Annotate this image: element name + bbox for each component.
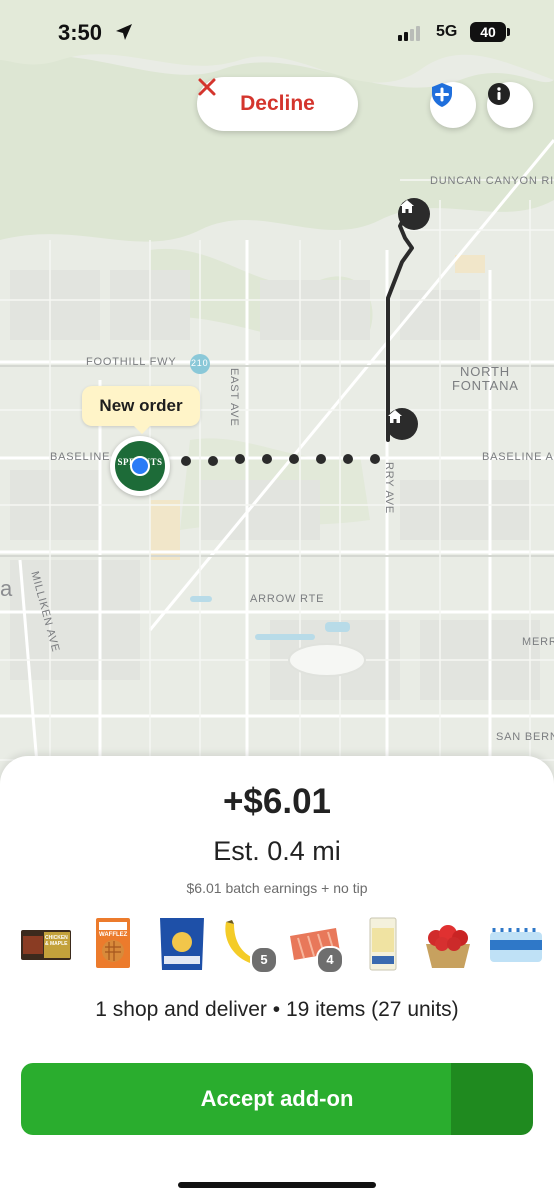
safety-button[interactable] [430, 82, 476, 128]
status-bar: 3:50 5G 40 [0, 0, 554, 66]
cheese-pack-icon [369, 917, 397, 971]
item-cheese-pack[interactable] [354, 914, 414, 980]
map-label-fontana: FONTANA [452, 378, 519, 393]
map-label-duncan-canyon: DUNCAN CANYON RI [430, 175, 554, 187]
item-badge-bananas: 5 [250, 946, 278, 974]
location-arrow-icon [116, 24, 132, 40]
accept-add-on-button[interactable]: Accept add-on [21, 1063, 533, 1135]
route-210-shield: 210 [191, 358, 209, 368]
map-label-san-bern: SAN BERN [496, 731, 554, 743]
shield-plus-icon [432, 83, 452, 107]
item-strawberries[interactable] [420, 914, 480, 980]
decline-button[interactable]: Decline [197, 77, 358, 131]
signal-icon [398, 26, 420, 41]
map-label-merr: MERR [522, 636, 554, 648]
status-time: 3:50 [58, 20, 103, 45]
info-icon [488, 83, 510, 105]
map-label-arrow-rte: ARROW RTE [250, 593, 325, 605]
estimated-distance: Est. 0.4 mi [213, 836, 341, 866]
map-label-baseline-left: BASELINE [50, 451, 111, 463]
decline-label: Decline [240, 92, 315, 115]
item-chicken-maple-sausage[interactable]: CHICKEN & MAPLE [18, 914, 78, 980]
waffle-box-icon [96, 918, 130, 968]
accept-button-label: Accept add-on [200, 1086, 354, 1111]
map-label-foothill-fwy: FOOTHILL FWY [86, 356, 177, 368]
network-type: 5G [436, 23, 458, 40]
item-waffles-label: WAFFLEZ [99, 932, 128, 938]
map-label-baseline-right: BASELINE A [482, 451, 554, 463]
batch-earnings-info: $6.01 batch earnings + no tip [186, 880, 368, 896]
item-badge-salmon: 4 [316, 946, 344, 974]
current-location-dot [130, 456, 150, 476]
earnings-amount: +$6.01 [222, 782, 332, 821]
new-order-tooltip: New order [82, 386, 200, 434]
item-snack-bag[interactable] [154, 914, 214, 980]
offer-sheet: +$6.01 Est. 0.4 mi $6.01 batch earnings … [0, 756, 554, 1200]
map-label-north: NORTH [460, 364, 510, 379]
item-thumbnails[interactable]: CHICKEN & MAPLE WAFFLEZ 5 4 [14, 914, 546, 980]
home-marker-dropoff[interactable] [398, 198, 430, 230]
battery-nub [507, 28, 510, 36]
snack-bag-icon [160, 918, 204, 970]
home-icon [400, 200, 414, 213]
home-indicator[interactable] [178, 1182, 376, 1188]
close-x-icon [198, 78, 216, 96]
item-sausage-label: CHICKEN & MAPLE [45, 935, 68, 947]
map-label-cherry-ave: RRY AVE [383, 462, 395, 515]
item-salmon[interactable]: 4 [286, 914, 346, 980]
map-label-east-ave: EAST AVE [228, 368, 240, 427]
battery-indicator: 40 [470, 22, 506, 42]
item-waffles[interactable]: WAFFLEZ [84, 914, 144, 980]
water-bottles-icon [490, 928, 542, 962]
info-button[interactable] [487, 82, 533, 128]
order-summary: 1 shop and deliver • 19 items (27 units) [95, 998, 459, 1021]
store-marker[interactable]: SPROUTS [110, 436, 170, 496]
home-marker-current[interactable] [386, 408, 418, 440]
item-water-case[interactable] [486, 914, 546, 980]
map-view[interactable]: DUNCAN CANYON RI FOOTHILL FWY 210 EAST A… [0, 0, 554, 800]
item-bananas[interactable]: 5 [218, 914, 278, 980]
home-icon [388, 410, 402, 423]
map-label-edge-letter: a [0, 576, 14, 601]
strawberry-basket-icon [426, 925, 470, 968]
